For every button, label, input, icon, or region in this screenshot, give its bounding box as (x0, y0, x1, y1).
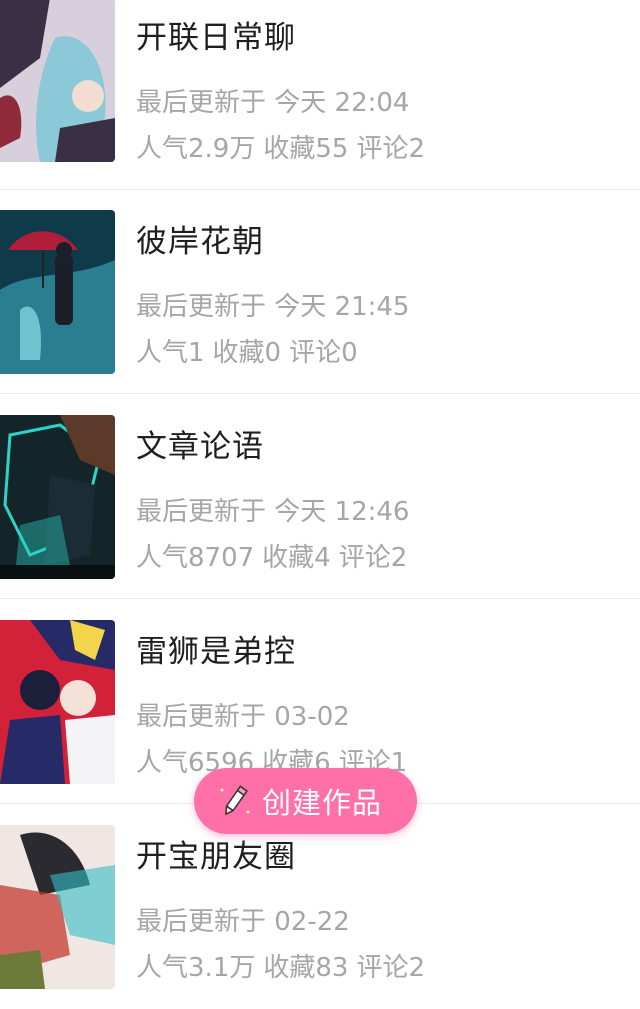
work-updated: 最后更新于 今天 22:04 (136, 88, 410, 118)
favorites-count: 收藏0 (212, 338, 282, 368)
work-item[interactable]: 文章论语 最后更新于 今天 12:46 人气8707 收藏4 评论2 (0, 395, 640, 599)
work-item[interactable]: 开联日常聊 最后更新于 今天 22:04 人气2.9万 收藏55 评论2 (0, 0, 640, 190)
work-title: 雷狮是弟控 (136, 634, 296, 670)
favorites-count: 收藏4 (262, 543, 331, 573)
work-title: 开联日常聊 (136, 20, 296, 56)
work-item[interactable]: 彼岸花朝 最后更新于 今天 21:45 人气1 收藏0 评论0 (0, 190, 640, 394)
work-title: 彼岸花朝 (136, 224, 264, 260)
item-divider (0, 598, 640, 599)
cover-art-image (0, 825, 115, 989)
work-title: 开宝朋友圈 (136, 839, 296, 875)
create-work-button[interactable]: 创建作品 (194, 768, 417, 834)
create-work-label: 创建作品 (262, 786, 383, 820)
pencil-icon (220, 785, 250, 815)
work-cover[interactable] (0, 0, 115, 162)
work-cover[interactable] (0, 210, 115, 374)
popularity-count: 人气2.9万 (136, 134, 256, 164)
work-cover[interactable] (0, 825, 115, 989)
work-stats: 人气1 收藏0 评论0 (136, 332, 358, 369)
comments-count: 评论2 (356, 134, 425, 164)
cover-art-image (0, 210, 115, 374)
cover-art-image (0, 0, 115, 162)
work-updated: 最后更新于 02-22 (136, 907, 350, 937)
popularity-count: 人气3.1万 (136, 953, 256, 983)
comments-count: 评论0 (289, 338, 358, 368)
work-cover[interactable] (0, 415, 115, 579)
work-cover[interactable] (0, 620, 115, 784)
work-stats: 人气3.1万 收藏83 评论2 (136, 947, 425, 984)
work-stats: 人气8707 收藏4 评论2 (136, 537, 407, 574)
favorites-count: 收藏83 (263, 953, 349, 983)
item-divider (0, 393, 640, 394)
work-updated: 最后更新于 今天 21:45 (136, 292, 410, 322)
popularity-count: 人气8707 (136, 543, 255, 573)
work-updated: 最后更新于 今天 12:46 (136, 497, 410, 527)
work-updated: 最后更新于 03-02 (136, 702, 350, 732)
cover-art-image (0, 415, 115, 579)
work-stats: 人气2.9万 收藏55 评论2 (136, 128, 425, 165)
comments-count: 评论2 (356, 953, 425, 983)
favorites-count: 收藏55 (263, 134, 349, 164)
popularity-count: 人气1 (136, 338, 205, 368)
work-title: 文章论语 (136, 429, 264, 465)
comments-count: 评论2 (338, 543, 408, 573)
cover-art-image (0, 620, 115, 784)
work-item[interactable]: 开宝朋友圈 最后更新于 02-22 人气3.1万 收藏83 评论2 (0, 805, 640, 1009)
